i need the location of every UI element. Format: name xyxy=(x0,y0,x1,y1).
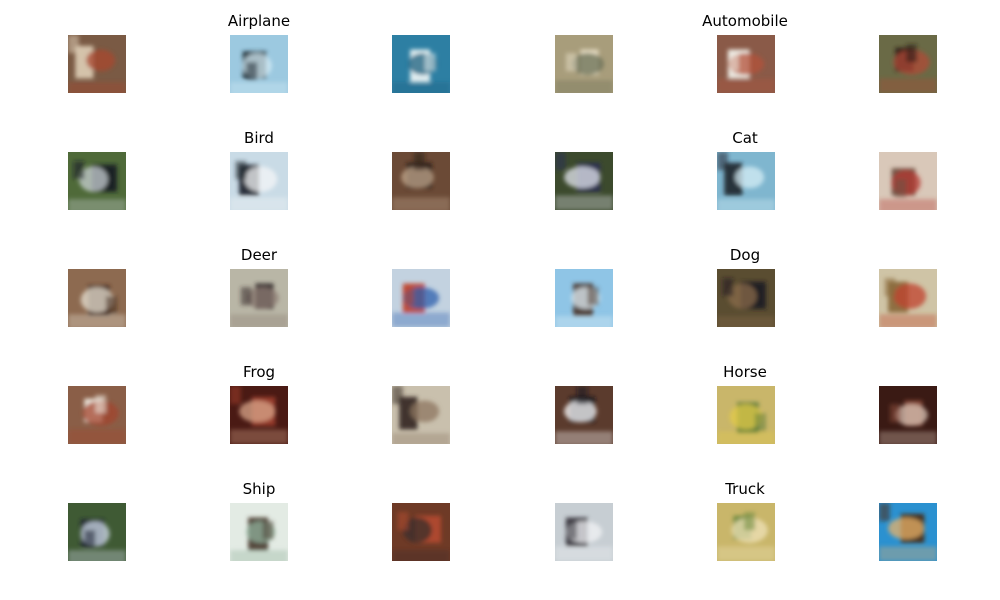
sample-image-pixels xyxy=(717,152,775,210)
sample-image-pixels xyxy=(879,503,937,561)
sample-grid: Airplane Automobile Bird Cat Deer Dog Fr… xyxy=(0,0,1000,600)
sample-image xyxy=(555,386,613,444)
sample-image xyxy=(230,269,288,327)
sample-image xyxy=(68,35,126,93)
sample-image xyxy=(555,269,613,327)
sample-image-pixels xyxy=(555,152,613,210)
sample-image xyxy=(555,152,613,210)
sample-image xyxy=(717,503,775,561)
sample-image xyxy=(879,152,937,210)
sample-image-pixels xyxy=(68,152,126,210)
group-title-dog: Dog xyxy=(729,246,761,264)
sample-image xyxy=(392,503,450,561)
group-title-truck: Truck xyxy=(725,480,765,498)
sample-image-pixels xyxy=(68,386,126,444)
sample-image-pixels xyxy=(717,35,775,93)
sample-image xyxy=(879,503,937,561)
group-title-bird: Bird xyxy=(244,129,274,147)
sample-image-pixels xyxy=(717,386,775,444)
sample-image xyxy=(230,503,288,561)
sample-image-pixels xyxy=(555,386,613,444)
sample-image-pixels xyxy=(68,35,126,93)
sample-image xyxy=(392,152,450,210)
sample-image-pixels xyxy=(555,503,613,561)
group-title-automobile: Automobile xyxy=(702,12,788,30)
sample-image-pixels xyxy=(717,503,775,561)
sample-image xyxy=(230,152,288,210)
sample-image xyxy=(555,503,613,561)
group-title-horse: Horse xyxy=(723,363,767,381)
sample-image xyxy=(879,269,937,327)
sample-image xyxy=(717,269,775,327)
sample-image-pixels xyxy=(230,35,288,93)
sample-image xyxy=(68,269,126,327)
sample-image-pixels xyxy=(68,269,126,327)
sample-image xyxy=(392,269,450,327)
group-title-deer: Deer xyxy=(240,246,278,264)
sample-image xyxy=(879,386,937,444)
sample-image-pixels xyxy=(392,269,450,327)
sample-image-pixels xyxy=(230,152,288,210)
group-title-ship: Ship xyxy=(242,480,276,498)
sample-image-pixels xyxy=(555,35,613,93)
group-title-airplane: Airplane xyxy=(227,12,291,30)
sample-image xyxy=(392,35,450,93)
sample-image-pixels xyxy=(230,503,288,561)
sample-image-pixels xyxy=(879,269,937,327)
sample-image xyxy=(879,35,937,93)
sample-image-pixels xyxy=(879,152,937,210)
sample-image-pixels xyxy=(68,503,126,561)
sample-image-pixels xyxy=(230,386,288,444)
sample-image xyxy=(68,152,126,210)
sample-image xyxy=(68,503,126,561)
sample-image xyxy=(717,386,775,444)
sample-image xyxy=(392,386,450,444)
group-title-cat: Cat xyxy=(732,129,758,147)
sample-image xyxy=(230,386,288,444)
group-title-frog: Frog xyxy=(242,363,276,381)
sample-image-pixels xyxy=(392,386,450,444)
sample-image xyxy=(68,386,126,444)
sample-image xyxy=(717,35,775,93)
sample-image-pixels xyxy=(879,35,937,93)
sample-image xyxy=(230,35,288,93)
sample-image-pixels xyxy=(392,152,450,210)
sample-image-pixels xyxy=(717,269,775,327)
sample-image xyxy=(555,35,613,93)
sample-image-pixels xyxy=(555,269,613,327)
sample-image-pixels xyxy=(392,35,450,93)
sample-image-pixels xyxy=(879,386,937,444)
sample-image-pixels xyxy=(230,269,288,327)
sample-image-pixels xyxy=(392,503,450,561)
sample-image xyxy=(717,152,775,210)
